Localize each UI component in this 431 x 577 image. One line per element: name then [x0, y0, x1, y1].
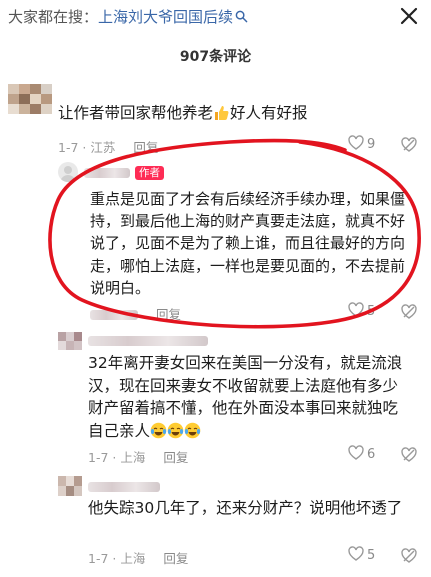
tears-of-joy-emoji	[150, 422, 167, 439]
author-reply-item: 作者 重点是见面了才会有后续经济手续办理，如果僵持，到最后他上海的财产真要走法庭…	[0, 160, 431, 322]
dislike-icon[interactable]	[401, 137, 417, 153]
reply-button[interactable]: 回复	[163, 450, 188, 465]
like-button[interactable]: 6	[348, 445, 375, 462]
like-button[interactable]: 9	[348, 135, 375, 152]
comment-date-location: 1-7 · 上海	[88, 551, 146, 566]
comment-meta: 回复	[90, 304, 181, 323]
tears-of-joy-emoji	[167, 422, 184, 439]
dislike-icon[interactable]	[401, 304, 417, 320]
author-avatar[interactable]	[58, 162, 78, 182]
avatar[interactable]	[58, 476, 82, 496]
comment-count: 907条评论	[179, 49, 252, 65]
reply-button[interactable]: 回复	[156, 307, 181, 322]
username-blurred[interactable]	[88, 482, 160, 492]
like-count: 5	[367, 548, 376, 563]
dislike-icon[interactable]	[401, 548, 417, 564]
like-count: 6	[367, 447, 376, 462]
like-count: 5	[367, 304, 376, 319]
comment-text: 重点是见面了才会有后续经济手续办理，如果僵持，到最后他上海的财产真要走法庭，就真…	[90, 190, 406, 297]
comment-meta: 1-7 · 上海 回复	[88, 447, 188, 466]
dislike-icon[interactable]	[401, 447, 417, 463]
comment-meta: 1-7 · 上海 回复	[88, 548, 188, 567]
comment-text: 让作者带回家帮他养老 好人有好报	[58, 104, 308, 122]
heart-icon	[348, 546, 364, 561]
close-icon[interactable]	[397, 4, 421, 28]
comment-text: 32年离开妻女回来在美国一分没有，就是流浪汉，现在回来妻女不收留就要上法庭他有多…	[88, 354, 403, 440]
comment-item: 他失踪30几年了，还来分财产？说明他坏透了 1-7 · 上海 回复 5	[0, 472, 431, 577]
heart-icon	[348, 135, 364, 150]
top-bar: 大家都在搜：上海刘大爷回国后续	[0, 0, 431, 40]
tears-of-joy-emoji	[184, 422, 201, 439]
comment-meta: 1-7 · 江苏 回复	[58, 137, 158, 156]
search-keyword-link[interactable]: 上海刘大爷回国后续	[98, 8, 233, 26]
search-prefix: 大家都在搜：	[8, 8, 99, 26]
like-button[interactable]: 5	[348, 302, 375, 319]
thumbs-up-emoji	[213, 104, 230, 121]
comment-date-location: 1-7 · 上海	[88, 450, 146, 465]
comment-text: 他失踪30几年了，还来分财产？说明他坏透了	[88, 499, 403, 517]
reply-button[interactable]: 回复	[163, 551, 188, 566]
comment-date-location: 1-7 · 江苏	[58, 140, 116, 155]
avatar[interactable]	[8, 84, 52, 114]
like-button[interactable]: 5	[348, 546, 375, 563]
like-count: 9	[367, 137, 376, 152]
date-location-blurred	[90, 310, 138, 320]
username-blurred[interactable]	[88, 336, 208, 346]
search-icon[interactable]	[233, 8, 248, 26]
heart-icon	[348, 302, 364, 317]
comment-item: 让作者带回家帮他养老 好人有好报 1-7 · 江苏 回复 9	[0, 80, 431, 156]
reply-button[interactable]: 回复	[133, 140, 158, 155]
username-blurred[interactable]	[84, 168, 130, 178]
comment-item: 32年离开妻女回来在美国一分没有，就是流浪汉，现在回来妻女不收留就要上法庭他有多…	[0, 326, 431, 466]
search-suggestion[interactable]: 大家都在搜：上海刘大爷回国后续	[8, 6, 248, 27]
author-tag: 作者	[135, 166, 164, 180]
heart-icon	[348, 445, 364, 460]
avatar[interactable]	[58, 332, 82, 350]
